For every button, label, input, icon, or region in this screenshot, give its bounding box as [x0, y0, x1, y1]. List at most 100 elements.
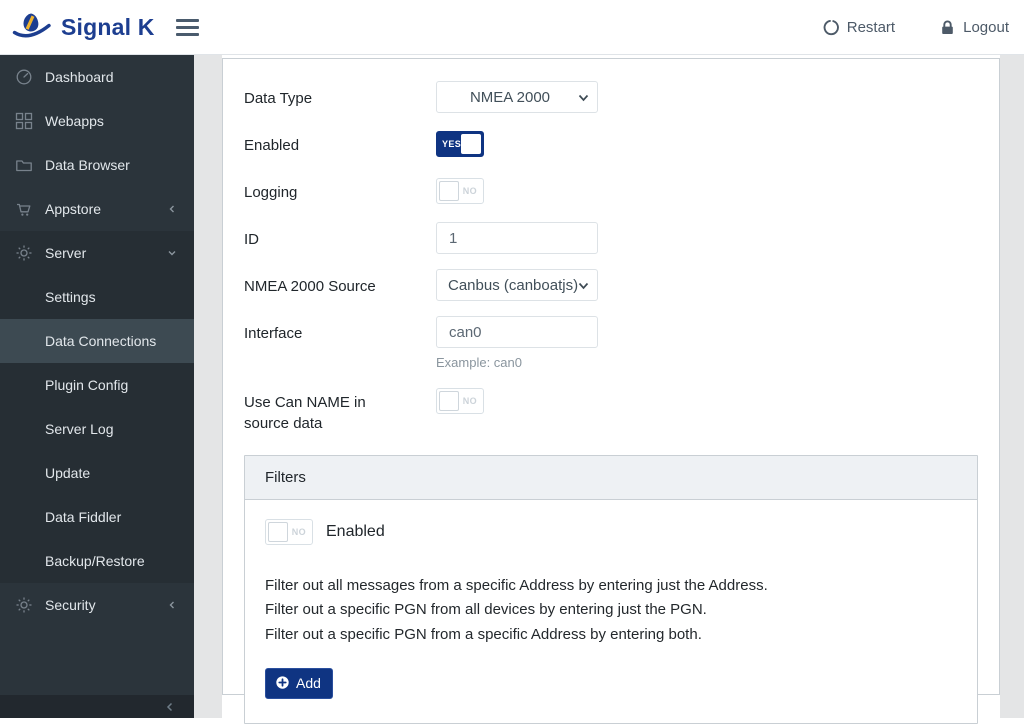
sidebar-item-webapps[interactable]: Webapps	[0, 99, 194, 143]
brand-title: Signal K	[61, 13, 155, 40]
filters-description-line: Filter out all messages from a specific …	[265, 577, 768, 594]
gear-icon	[14, 244, 34, 262]
sidebar-item-label: Server	[45, 245, 87, 261]
sidebar-minimizer[interactable]	[0, 695, 194, 718]
use-can-name-label: Use Can NAME in source data	[244, 394, 366, 432]
sidebar-item-label: Dashboard	[45, 69, 114, 85]
data-type-row: Data Type NMEA 2000	[244, 81, 978, 113]
chevron-down-icon	[577, 91, 590, 104]
sidebar-item-server-log[interactable]: Server Log	[0, 407, 194, 451]
logging-label: Logging	[244, 184, 298, 201]
sidebar-server-group: Server Settings Data Connections Plugin …	[0, 231, 194, 583]
use-can-name-row: Use Can NAME in source data NO	[244, 385, 978, 434]
toggle-knob	[439, 391, 459, 411]
add-filter-button[interactable]: Add	[265, 667, 333, 699]
signalk-boat-icon	[12, 10, 52, 44]
data-type-value: NMEA 2000	[469, 88, 551, 106]
use-can-name-toggle[interactable]: NO	[436, 388, 484, 414]
sidebar-item-label: Backup/Restore	[45, 553, 145, 569]
nmea-source-label: NMEA 2000 Source	[244, 278, 376, 295]
plus-circle-icon	[275, 675, 290, 690]
toggle-knob	[461, 134, 481, 154]
filters-enabled-toggle[interactable]: NO	[265, 519, 313, 545]
sidebar-item-label: Settings	[45, 289, 96, 305]
chevron-left-icon	[166, 203, 178, 215]
restart-icon	[823, 19, 840, 36]
content-gutter-left	[194, 55, 222, 718]
toggle-state-label: NO	[291, 527, 306, 537]
sidebar-item-label: Data Fiddler	[45, 509, 122, 525]
interface-row: Interface Example: can0	[244, 316, 978, 370]
filters-panel: Filters NO Enabled Filter out all messag…	[244, 455, 978, 724]
logging-toggle[interactable]: NO	[436, 178, 484, 204]
sidebar-item-server[interactable]: Server	[0, 231, 194, 275]
nmea-source-select[interactable]: Canbus (canboatjs)	[436, 269, 598, 301]
lock-icon	[939, 19, 956, 36]
chevron-left-icon	[166, 599, 178, 611]
data-type-label: Data Type	[244, 90, 313, 107]
sidebar-item-label: Update	[45, 465, 91, 481]
toggle-state-label: NO	[462, 186, 477, 196]
filters-panel-body: NO Enabled Filter out all messages from …	[245, 500, 977, 723]
logout-label: Logout	[963, 18, 1009, 36]
sidebar-item-label: Data Browser	[45, 157, 130, 173]
chevron-down-icon	[577, 279, 590, 292]
enabled-toggle[interactable]: YES	[436, 131, 484, 157]
sidebar-item-dashboard[interactable]: Dashboard	[0, 55, 194, 99]
enabled-label: Enabled	[244, 137, 300, 154]
sidebar-item-label: Data Connections	[45, 333, 157, 349]
sidebar-item-label: Plugin Config	[45, 377, 129, 393]
sidebar-item-plugin-config[interactable]: Plugin Config	[0, 363, 194, 407]
connection-form-card: Data Type NMEA 2000 Enabled YES Logging …	[222, 58, 1000, 724]
filters-enabled-label: Enabled	[326, 523, 385, 540]
chevron-left-icon	[164, 701, 176, 713]
data-type-select[interactable]: NMEA 2000	[436, 81, 598, 113]
id-input[interactable]	[436, 222, 598, 254]
sidebar-item-data-connections[interactable]: Data Connections	[0, 319, 194, 363]
logout-button[interactable]: Logout	[939, 19, 1009, 36]
sidebar-item-appstore[interactable]: Appstore	[0, 187, 194, 231]
toggle-knob	[439, 181, 459, 201]
cart-icon	[14, 200, 34, 218]
folder-icon	[14, 156, 34, 174]
toggle-state-label: NO	[462, 396, 477, 406]
toggle-state-label: YES	[442, 139, 462, 149]
restart-button[interactable]: Restart	[823, 19, 895, 36]
enabled-row: Enabled YES	[244, 128, 978, 160]
filters-description-line: Filter out a specific PGN from all devic…	[265, 601, 707, 619]
speedometer-icon	[14, 68, 34, 86]
sidebar-item-data-browser[interactable]: Data Browser	[0, 143, 194, 187]
sidebar-item-label: Appstore	[45, 201, 102, 217]
sidebar-item-settings[interactable]: Settings	[0, 275, 194, 319]
nmea-source-row: NMEA 2000 Source Canbus (canboatjs)	[244, 269, 978, 301]
nmea-source-value: Canbus (canboatjs)	[448, 276, 579, 294]
sidebar-item-security[interactable]: Security	[0, 583, 194, 627]
restart-label: Restart	[846, 18, 896, 36]
id-row: ID	[244, 222, 978, 254]
sidebar-item-update[interactable]: Update	[0, 451, 194, 495]
gear-icon	[14, 596, 34, 614]
filters-description: Filter out all messages from a specific …	[265, 574, 957, 647]
filters-enabled-row: NO Enabled	[265, 519, 957, 545]
logging-row: Logging NO	[244, 175, 978, 207]
sidebar-item-label: Security	[45, 597, 96, 613]
interface-hint: Example: can0	[436, 355, 522, 370]
filters-panel-title: Filters	[245, 456, 977, 500]
sidebar-item-label: Server Log	[45, 421, 114, 437]
sidebar-item-backup-restore[interactable]: Backup/Restore	[0, 539, 194, 583]
sidebar-item-data-fiddler[interactable]: Data Fiddler	[0, 495, 194, 539]
content-gutter-right	[1000, 55, 1024, 718]
filters-description-line: Filter out a specific PGN from a specifi…	[265, 625, 702, 643]
add-button-label: Add	[296, 674, 321, 691]
sidebar-item-label: Webapps	[45, 113, 104, 129]
sidebar-toggle-hamburger-icon[interactable]	[172, 15, 203, 40]
chevron-down-icon	[166, 247, 178, 259]
interface-label: Interface	[244, 325, 303, 342]
main-content: Data Type NMEA 2000 Enabled YES Logging …	[194, 55, 1024, 724]
grid-icon	[14, 112, 34, 130]
interface-input[interactable]	[436, 316, 598, 348]
brand-logo[interactable]: Signal K	[0, 10, 155, 44]
app-header: Signal K Restart Logout	[0, 0, 1024, 55]
id-label: ID	[244, 231, 259, 248]
toggle-knob	[268, 522, 288, 542]
